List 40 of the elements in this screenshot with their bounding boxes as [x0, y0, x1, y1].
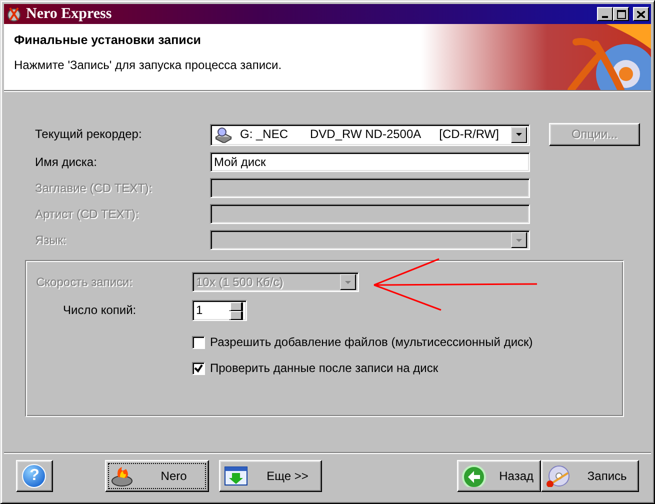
minimize-button[interactable] [597, 7, 613, 21]
dialog-button[interactable]: Запись [541, 460, 639, 492]
dialog-button[interactable]: Еще >> [218, 460, 322, 492]
field-value: 1 [196, 303, 203, 318]
field-label: Имя диска: [35, 154, 98, 170]
check-icon [194, 364, 203, 374]
dropdown-field[interactable]: G: _NEC DVD_RW ND-2500A [CD-R/RW] [210, 124, 530, 146]
app-icon [6, 6, 22, 22]
field-label: Текущий рекордер: [35, 127, 143, 142]
speed-label: Скорость записи: [36, 274, 134, 290]
window-icon [224, 465, 248, 487]
drive-icon [214, 126, 232, 142]
drive-name-part: DVD_RW ND-2500A [310, 127, 422, 142]
back-arrow-icon [462, 465, 486, 487]
dropdown-button[interactable] [511, 126, 527, 142]
checkbox[interactable] [192, 362, 205, 376]
copies-spinner[interactable]: 1 [192, 300, 247, 321]
input-field[interactable]: Мой диск [210, 152, 530, 172]
close-icon [637, 10, 645, 18]
dialog-button[interactable]: Nero [104, 460, 209, 492]
window-title: Nero Express [26, 5, 112, 23]
field-label: Заглавие (CD TEXT): [35, 180, 154, 196]
copies-label: Число копий: [62, 303, 138, 318]
checkbox[interactable] [192, 336, 205, 349]
field-label: Язык: [35, 232, 68, 248]
checkbox-label: Разрешить добавление файлов (мультисессионный диск) [210, 335, 533, 350]
close-button[interactable] [633, 7, 649, 21]
maximize-icon [616, 10, 626, 18]
drive-name-part: [CD-R/RW] [439, 127, 499, 142]
field-value: Мой диск [214, 154, 266, 170]
field-value: 10x (1 500 Кб/с) [196, 274, 284, 290]
drive-name-part: G: _NEC [240, 127, 288, 142]
flame-icon [110, 465, 134, 487]
checkbox-label: Проверить данные после записи на диск [210, 361, 438, 376]
maximize-button[interactable] [613, 7, 629, 21]
header-title: Финальные установки записи [14, 33, 202, 48]
field-label: Артист (CD TEXT): [35, 206, 140, 222]
disc-icon [546, 465, 570, 487]
dialog-button[interactable]: Назад [457, 460, 542, 492]
header-subtitle: Нажмите 'Запись' для запуска процесса записи. [14, 58, 283, 72]
